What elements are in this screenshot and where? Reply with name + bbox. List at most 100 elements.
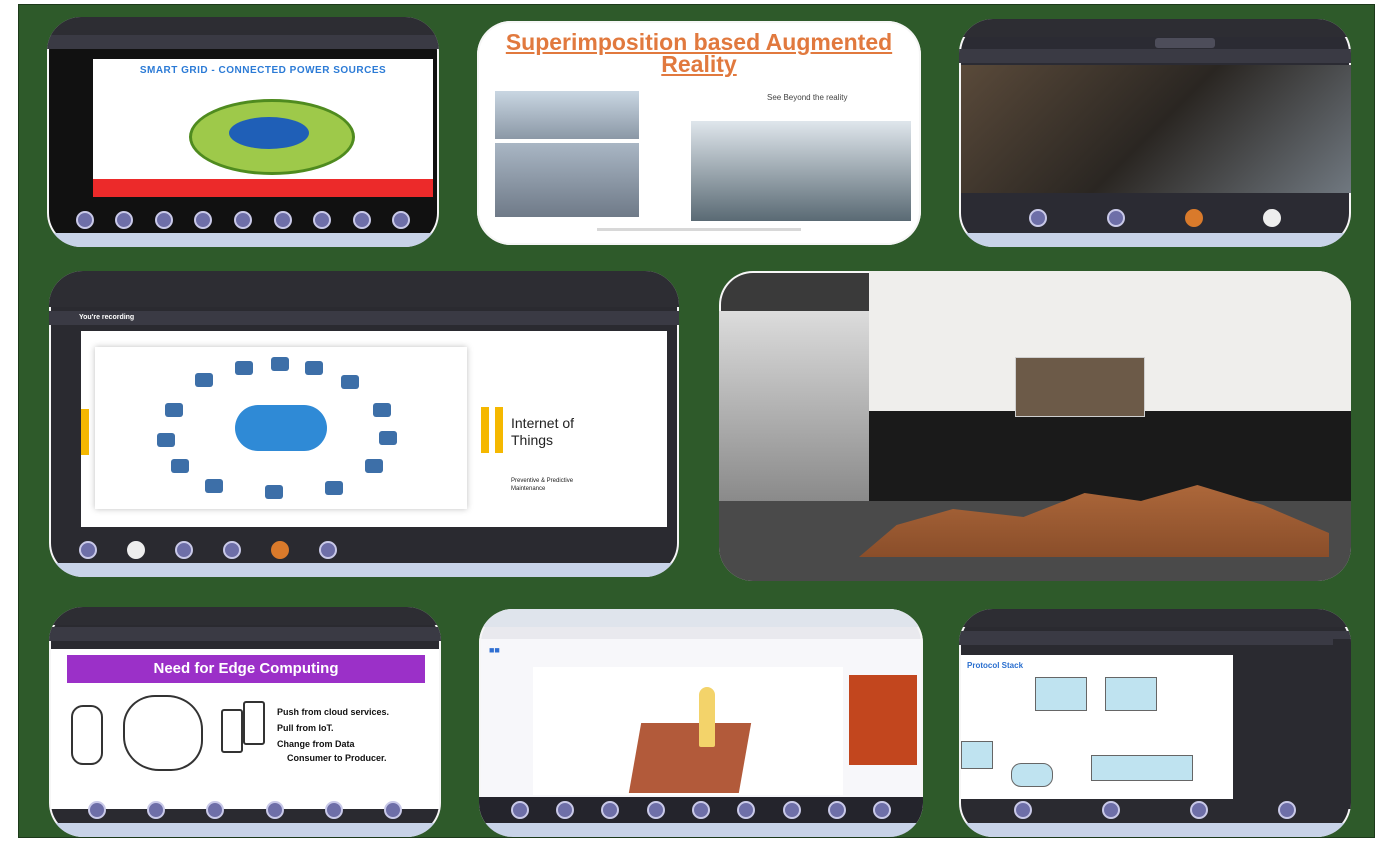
health-icon — [165, 403, 183, 417]
3d-canvas[interactable] — [533, 667, 843, 795]
participant-avatar[interactable] — [115, 211, 134, 229]
participant-avatar[interactable] — [194, 211, 213, 229]
participant-avatar[interactable] — [319, 541, 337, 559]
slide-tile-augmented-reality: Superimposition based Augmented Reality … — [477, 21, 921, 245]
participant-avatar[interactable] — [384, 801, 403, 819]
printer-icon — [325, 481, 343, 495]
slide-footer — [597, 228, 801, 231]
participant-avatar[interactable] — [827, 801, 846, 819]
car-icon — [365, 459, 383, 473]
participant-avatar[interactable] — [273, 211, 292, 229]
device-box — [1035, 677, 1087, 711]
protocol-slide: Protocol Stack — [961, 655, 1233, 799]
recording-banner — [47, 35, 439, 49]
iot-sub-line2: Maintenance — [511, 486, 546, 492]
participant-avatar[interactable] — [392, 211, 411, 229]
participant-avatar[interactable] — [873, 801, 892, 819]
participant-strip — [49, 539, 679, 561]
participant-avatar[interactable] — [1185, 209, 1203, 227]
participant-avatar[interactable] — [352, 211, 371, 229]
participant-avatar[interactable] — [737, 801, 756, 819]
participant-avatar[interactable] — [1102, 801, 1120, 819]
smart-grid-footer-band — [93, 179, 433, 197]
participant-avatar[interactable] — [555, 801, 574, 819]
participant-avatar[interactable] — [1263, 209, 1281, 227]
participants-sidebar[interactable] — [1333, 639, 1351, 809]
meeting-title-bar — [959, 609, 1351, 627]
taskbar — [959, 823, 1351, 837]
participant-avatar[interactable] — [324, 801, 343, 819]
calculator-icon — [265, 485, 283, 499]
participant-avatar[interactable] — [313, 211, 332, 229]
participant-avatar[interactable] — [75, 211, 94, 229]
photo-tile-ar-terrain — [719, 271, 1351, 581]
participant-avatar[interactable] — [1190, 801, 1208, 819]
tv-icon — [341, 375, 359, 389]
meeting-title-bar — [959, 19, 1351, 37]
participant-avatar[interactable] — [271, 541, 289, 559]
iot-slide: Internet of Things Preventive & Predicti… — [81, 331, 667, 527]
ar-title: Superimposition based Augmented Reality — [477, 31, 921, 76]
participant-avatar[interactable] — [127, 541, 145, 559]
participant-avatar[interactable] — [265, 801, 284, 819]
edge-bullet: Pull from IoT. — [277, 723, 334, 733]
device-box — [961, 741, 993, 769]
iot-title-line1: Internet of — [511, 415, 575, 431]
iot-sub-line1: Preventive & Predictive — [511, 478, 574, 484]
participant-avatar[interactable] — [87, 801, 106, 819]
glass-partition — [719, 311, 869, 501]
participant-avatar[interactable] — [1107, 209, 1125, 227]
recording-label: You're recording — [79, 314, 135, 321]
participant-avatar[interactable] — [691, 801, 710, 819]
side-poster — [849, 675, 917, 765]
edge-bullet: Consumer to Producer. — [287, 753, 387, 763]
iot-diagram-card — [95, 347, 467, 509]
participant-avatar[interactable] — [646, 801, 665, 819]
phone-icon — [379, 431, 397, 445]
location-icon — [235, 361, 253, 375]
meeting-title-bar — [49, 271, 679, 307]
recording-banner — [959, 49, 1351, 63]
participant-avatar[interactable] — [510, 801, 529, 819]
accent-bar — [495, 407, 503, 453]
truck-icon — [205, 479, 223, 493]
participant-avatar[interactable] — [1278, 801, 1296, 819]
home-icon — [271, 357, 289, 371]
recording-button[interactable] — [1155, 38, 1215, 48]
participant-avatar[interactable] — [206, 801, 225, 819]
recording-banner: You're recording — [49, 311, 679, 325]
ar-caption: See Beyond the reality — [767, 93, 848, 102]
music-icon — [305, 361, 323, 375]
camera-icon — [373, 403, 391, 417]
phone-icon — [221, 709, 243, 753]
iot-title-line2: Things — [511, 432, 554, 448]
participant-avatar[interactable] — [175, 541, 193, 559]
recording-banner — [49, 627, 441, 641]
heart-icon — [195, 373, 213, 387]
collage-frame: SMART GRID - CONNECTED POWER SOURCES Sup… — [18, 4, 1375, 838]
rocket-model[interactable] — [699, 687, 715, 747]
edge-bullet: Push from cloud services. — [277, 707, 390, 717]
browser-bar — [479, 609, 923, 627]
ufo-photo — [495, 143, 639, 217]
participant-avatar[interactable] — [223, 541, 241, 559]
shared-video — [961, 65, 1351, 193]
chart-icon — [157, 433, 175, 447]
edge-title: Need for Edge Computing — [67, 655, 425, 683]
participant-avatar[interactable] — [233, 211, 252, 229]
meeting-tile-iot: You're recording Internet of Things Prev… — [49, 271, 679, 577]
participant-avatar[interactable] — [79, 541, 97, 559]
participant-avatar[interactable] — [782, 801, 801, 819]
participant-strip — [49, 799, 441, 821]
participant-avatar[interactable] — [1029, 209, 1047, 227]
browser-bar — [47, 17, 439, 35]
recording-banner — [959, 631, 1351, 645]
participant-avatar[interactable] — [146, 801, 165, 819]
database-icon — [71, 705, 103, 765]
hologram-video-window — [1015, 357, 1145, 417]
smart-grid-title: SMART GRID - CONNECTED POWER SOURCES — [139, 65, 387, 76]
participant-avatar[interactable] — [1014, 801, 1032, 819]
participant-avatar[interactable] — [154, 211, 173, 229]
tablet-photo — [691, 121, 911, 221]
participant-avatar[interactable] — [601, 801, 620, 819]
